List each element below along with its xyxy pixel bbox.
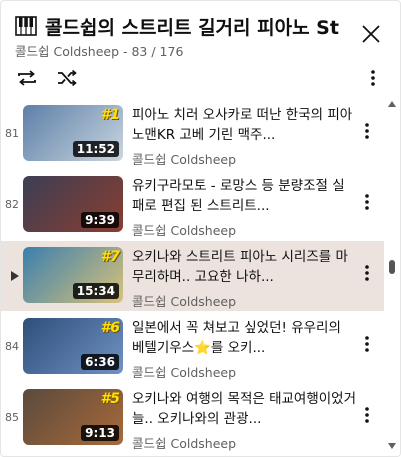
item-index: 84: [5, 340, 19, 353]
close-button[interactable]: [356, 19, 386, 49]
more-vert-icon: [365, 123, 369, 139]
playlist-item[interactable]: 82 9:39 유키구라모토 - 로망스 등 분량조절 실패로 편집 된 스트리트.…: [1, 170, 384, 240]
video-title[interactable]: 피아노 치러 오사카로 떠난 한국의 피아노맨KR 고베 기린 맥주...: [132, 105, 357, 145]
video-thumbnail[interactable]: 9:39: [23, 176, 123, 232]
rank-badge: #7: [100, 249, 120, 265]
item-index: 81: [5, 127, 19, 140]
video-channel[interactable]: 콜드쉽 Coldsheep: [132, 362, 236, 381]
video-thumbnail[interactable]: #6 6:36: [23, 318, 123, 374]
more-vert-icon: [365, 407, 369, 423]
duration-badge: 9:39: [81, 212, 119, 228]
video-title[interactable]: 오키나와 여행의 목적은 태교여행이었거늘.. 오키나와의 관광...: [132, 389, 357, 429]
duration-badge: 6:36: [81, 354, 119, 370]
rank-badge: #6: [100, 320, 120, 336]
playlist-header: 콜드쉽의 스트리트 길거리 피아노 St 콜드쉽 Coldsheep - 83 …: [1, 1, 400, 99]
playlist-menu-button[interactable]: [359, 65, 387, 91]
close-icon: [362, 25, 380, 43]
shuffle-icon: [58, 69, 77, 87]
loop-button[interactable]: [13, 65, 41, 91]
playlist-title[interactable]: 콜드쉽의 스트리트 길거리 피아노 St: [45, 13, 339, 40]
more-vert-icon: [365, 194, 369, 210]
video-title[interactable]: 일본에서 꼭 쳐보고 싶었던! 유우리의 베텔기우스⭐를 오키...: [132, 318, 357, 358]
item-menu-button[interactable]: [357, 330, 377, 358]
playlist-position: - 83 / 176: [119, 44, 184, 59]
video-channel[interactable]: 콜드쉽 Coldsheep: [132, 149, 236, 168]
playlist-panel: 콜드쉽의 스트리트 길거리 피아노 St 콜드쉽 Coldsheep - 83 …: [0, 0, 401, 457]
playlist-subtitle: 콜드쉽 Coldsheep - 83 / 176: [15, 41, 183, 60]
more-vert-icon: [371, 70, 375, 86]
video-channel[interactable]: 콜드쉽 Coldsheep: [132, 291, 236, 310]
play-arrow-icon: [1, 269, 19, 284]
scroll-up-icon[interactable]: [388, 101, 396, 107]
item-menu-button[interactable]: [357, 117, 377, 145]
more-vert-icon: [365, 265, 369, 281]
video-title[interactable]: 유키구라모토 - 로망스 등 분량조절 실패로 편집 된 스트리트...: [132, 176, 357, 216]
playlist-item[interactable]: 85 #5 9:13 오키나와 여행의 목적은 태교여행이었거늘.. 오키나와의 관광…: [1, 383, 384, 453]
video-thumbnail[interactable]: #5 9:13: [23, 389, 123, 445]
item-menu-button[interactable]: [357, 401, 377, 429]
item-menu-button[interactable]: [357, 188, 377, 216]
playlist-item[interactable]: #7 15:34 오키나와 스트리트 피아노 시리즈를 마무리하며.. 고요한 나하…: [1, 241, 384, 311]
playlist-item[interactable]: 84 #6 6:36 일본에서 꼭 쳐보고 싶었던! 유우리의 베텔기우스⭐를 오키.…: [1, 312, 384, 382]
video-channel[interactable]: 콜드쉽 Coldsheep: [132, 433, 236, 452]
duration-badge: 9:13: [81, 425, 119, 441]
scrollbar[interactable]: [385, 99, 399, 456]
item-menu-button[interactable]: [357, 259, 377, 287]
shuffle-button[interactable]: [53, 65, 81, 91]
playlist-channel[interactable]: 콜드쉽 Coldsheep: [15, 44, 119, 59]
loop-icon: [18, 70, 36, 86]
item-index: 85: [5, 411, 19, 424]
video-thumbnail[interactable]: #7 15:34: [23, 247, 123, 303]
duration-badge: 11:52: [72, 141, 119, 157]
rank-badge: #1: [100, 107, 120, 123]
item-index: 82: [5, 198, 19, 211]
playlist-item[interactable]: 81 #1 11:52 피아노 치러 오사카로 떠난 한국의 피아노맨KR 고베 기린…: [1, 99, 384, 169]
playlist-title-row[interactable]: 콜드쉽의 스트리트 길거리 피아노 St: [15, 13, 345, 39]
piano-icon: [15, 15, 37, 37]
rank-badge: #5: [100, 391, 120, 407]
scrollbar-thumb[interactable]: [389, 260, 395, 274]
video-channel[interactable]: 콜드쉽 Coldsheep: [132, 220, 236, 239]
more-vert-icon: [365, 336, 369, 352]
duration-badge: 15:34: [72, 283, 119, 299]
scroll-down-icon[interactable]: [388, 443, 396, 449]
video-title[interactable]: 오키나와 스트리트 피아노 시리즈를 마무리하며.. 고요한 나하...: [132, 247, 357, 287]
video-thumbnail[interactable]: #1 11:52: [23, 105, 123, 161]
playlist-items: 81 #1 11:52 피아노 치러 오사카로 떠난 한국의 피아노맨KR 고베 기린…: [1, 99, 384, 456]
